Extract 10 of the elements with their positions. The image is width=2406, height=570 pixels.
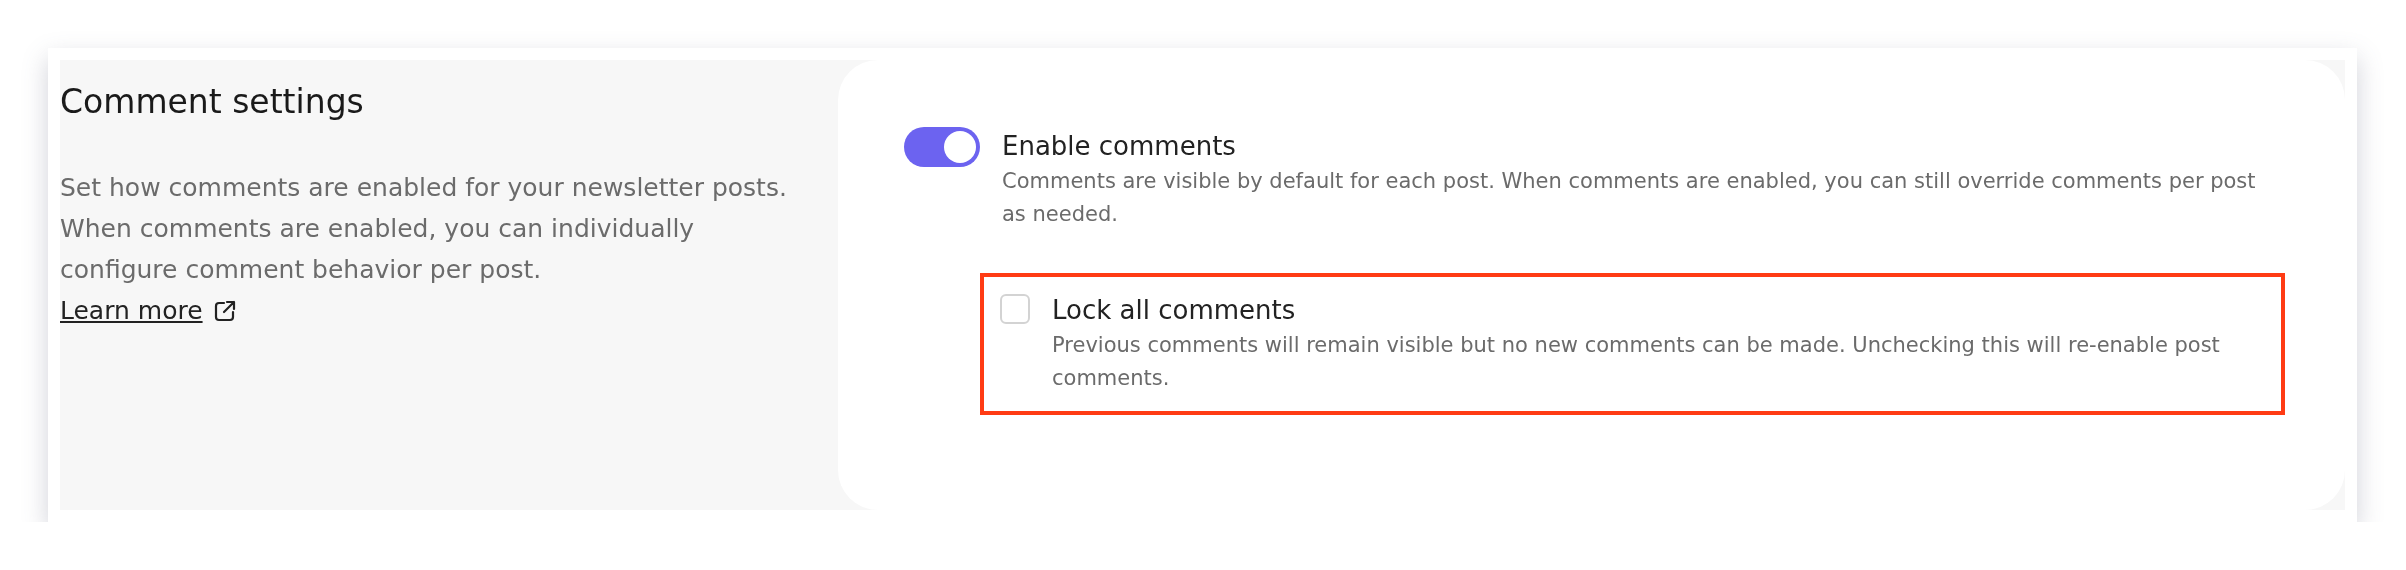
section-description: Set how comments are enabled for your newsletter posts. When comments are enabled, you can individually configure comment behavior per post.: [60, 172, 788, 286]
option-label: Enable comments: [1002, 130, 1237, 163]
learn-more-link[interactable]: Learn more: [60, 290, 237, 331]
checkbox[interactable]: [1000, 294, 1030, 324]
toggle-switch[interactable]: [904, 127, 980, 167]
section-title: Comment settings: [60, 82, 365, 121]
option-description: Comments are visible by default for each post. When comments are enabled, you can still override comments per post as needed.: [1002, 168, 2257, 228]
option-label: Lock all comments: [1052, 294, 1297, 327]
option-description: Previous comments will remain visible but no new comments can be made. Unchecking this will re-enable post comments.: [1052, 332, 2221, 392]
external-link-icon: [212, 298, 237, 323]
